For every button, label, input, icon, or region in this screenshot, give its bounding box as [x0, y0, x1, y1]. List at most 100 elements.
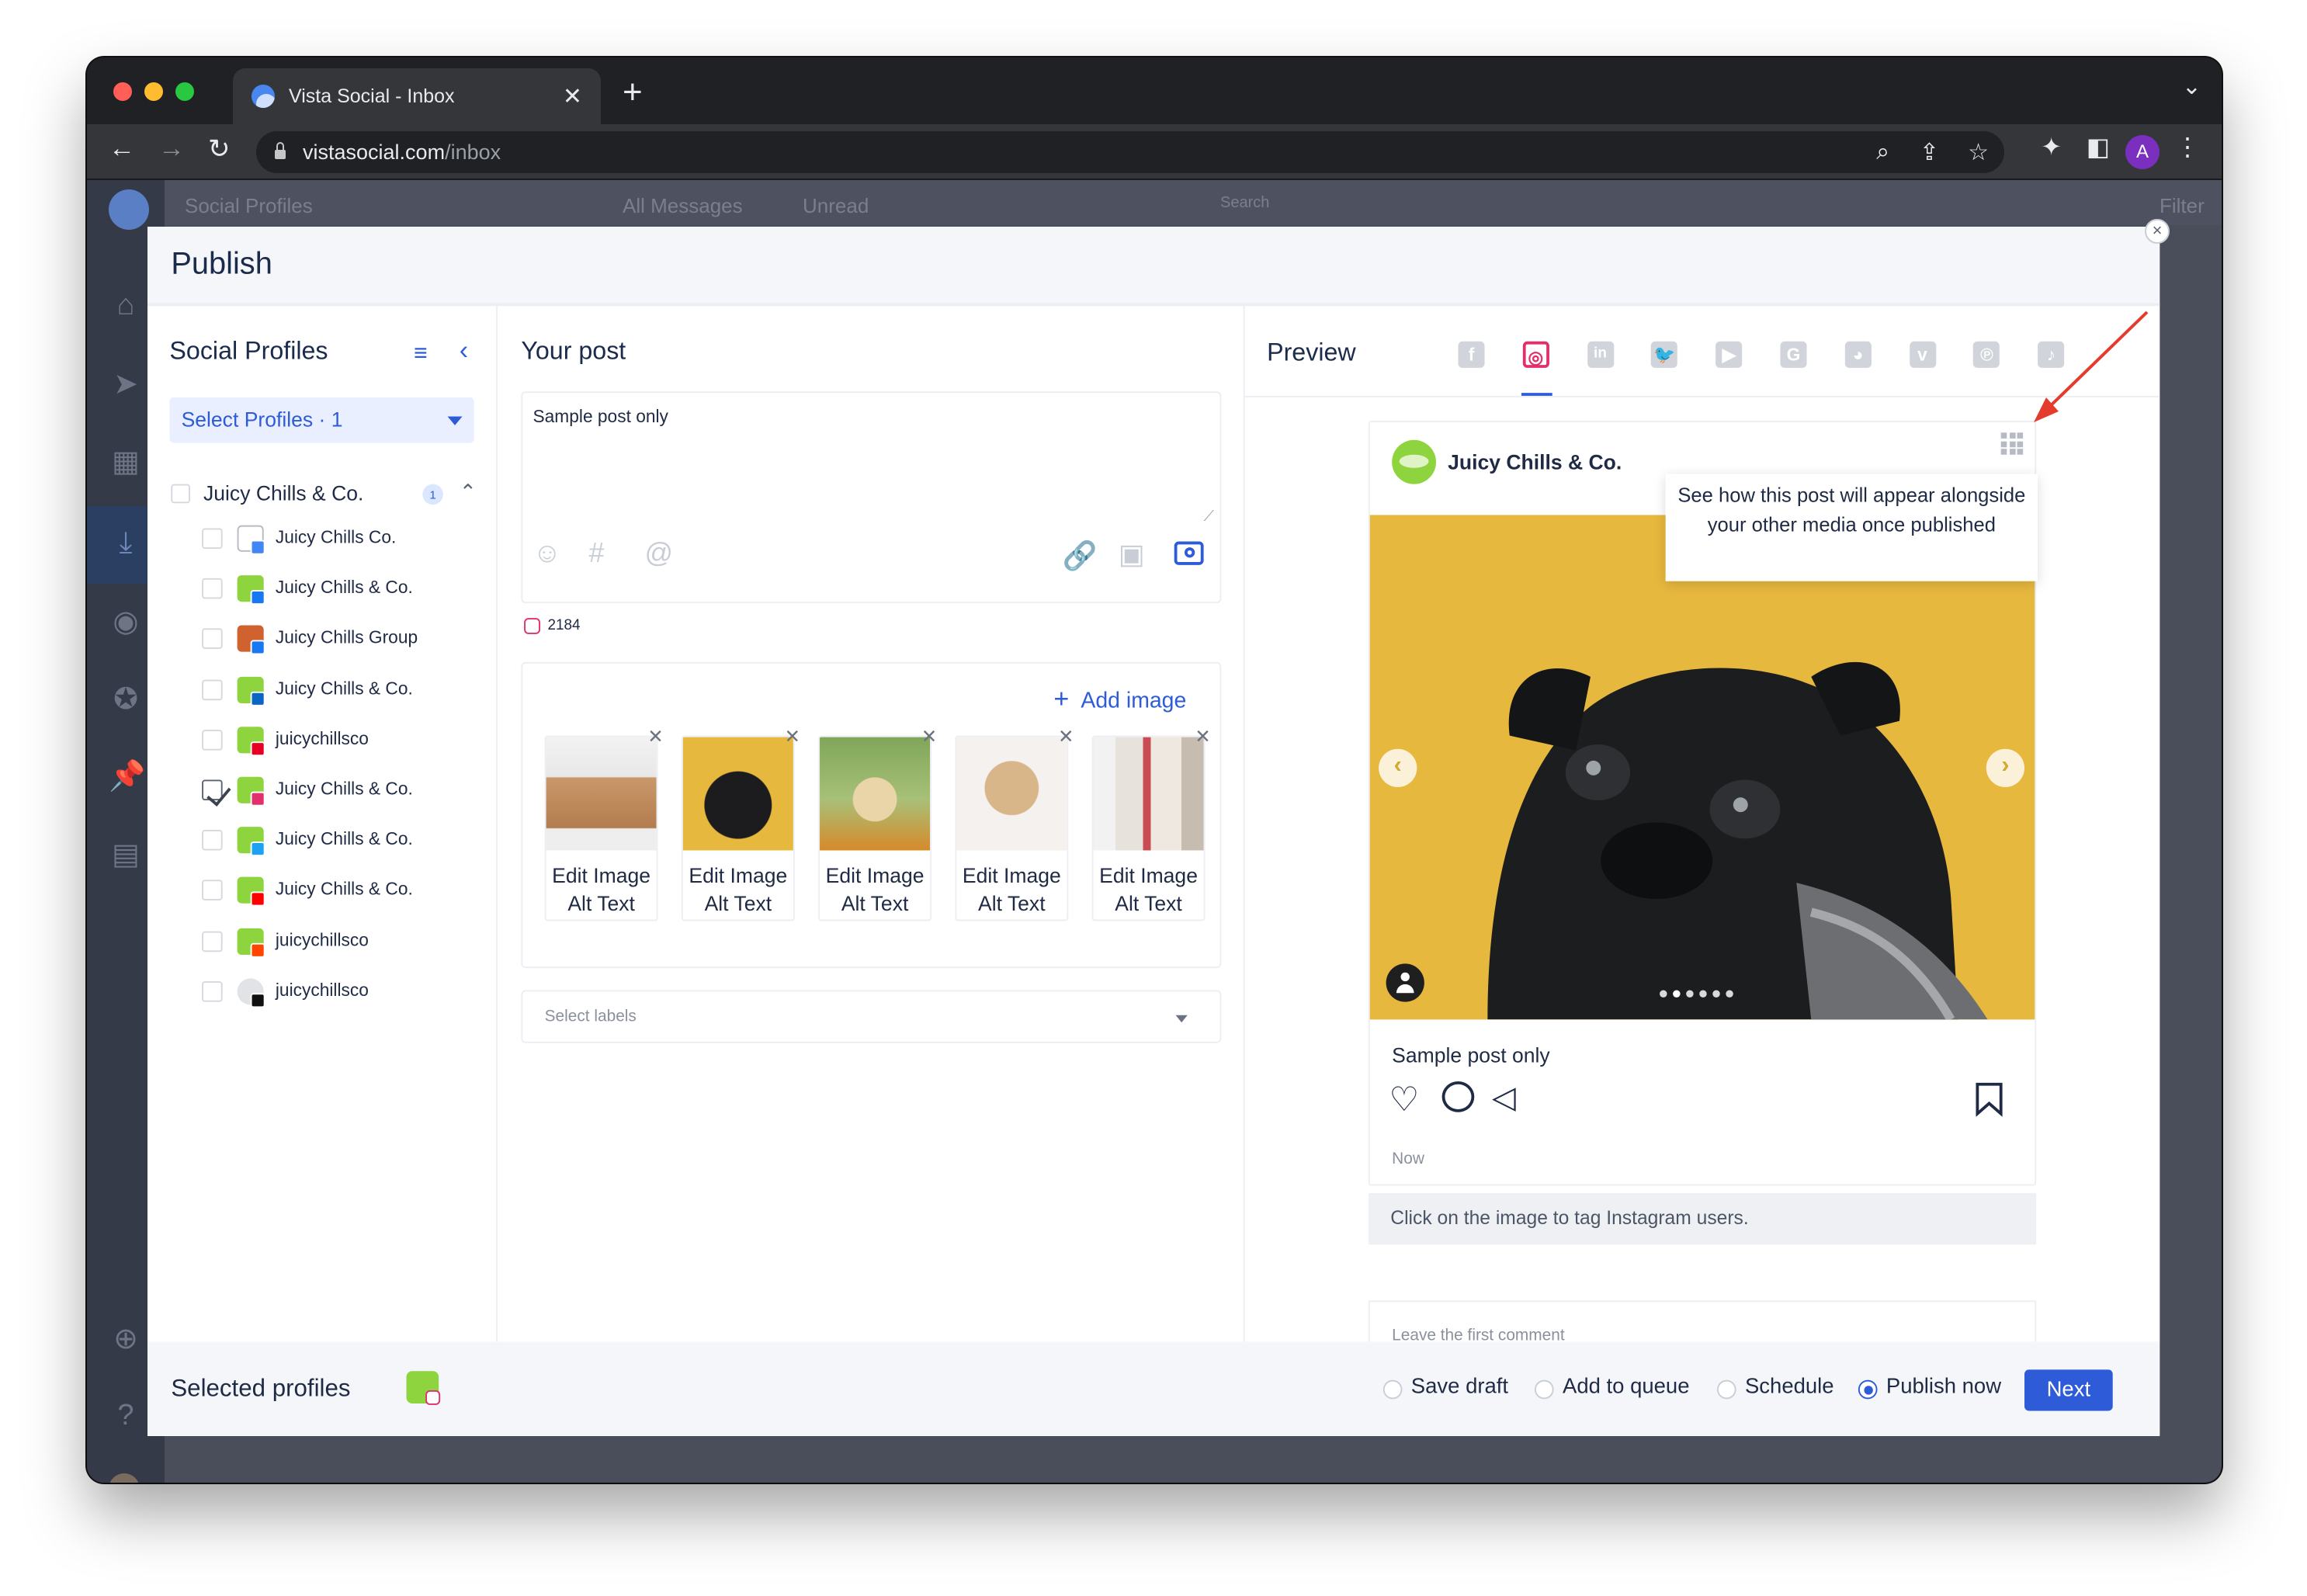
edit-image-link[interactable]: Edit Image Alt Text [1093, 862, 1203, 918]
media-item[interactable]: Edit Image Alt Text [818, 735, 932, 921]
remove-media-icon[interactable]: ✕ [1058, 725, 1074, 748]
tab-twitter-icon[interactable]: 🐦 [1651, 341, 1678, 368]
select-labels-placeholder: Select labels [544, 1008, 637, 1025]
add-image-button[interactable]: + Add image [1053, 684, 1186, 715]
first-comment-input[interactable]: Leave the first comment [1368, 1300, 2037, 1344]
profile-row[interactable]: Juicy Chills & Co. [202, 877, 496, 921]
comment-icon[interactable] [1441, 1081, 1475, 1112]
publish-option-radio[interactable] [1858, 1379, 1878, 1400]
group-checkbox[interactable] [171, 484, 190, 504]
profile-row[interactable]: juicychillsco [202, 726, 496, 771]
post-text[interactable]: Sample post only [533, 406, 668, 427]
profile-row[interactable]: Juicy Chills & Co. [202, 776, 496, 821]
dog-thumbnail-icon[interactable] [820, 737, 931, 851]
media-item[interactable]: Edit Image Alt Text [681, 735, 795, 921]
remove-media-icon[interactable]: ✕ [647, 725, 664, 748]
tab-vimeo-icon[interactable]: v [1909, 341, 1936, 368]
profile-row[interactable]: Juicy Chills & Co. [202, 676, 496, 720]
profile-checkbox[interactable] [202, 880, 223, 901]
preview-tabs-divider [1244, 395, 2160, 397]
profile-checkbox[interactable] [202, 830, 223, 851]
publish-option-label[interactable]: Add to queue [1563, 1376, 1690, 1399]
labels-caret-icon [1175, 1015, 1188, 1023]
video-icon[interactable]: ▣ [1119, 539, 1145, 573]
tab-pinterest-icon[interactable]: ℗ [1973, 341, 2000, 368]
edit-image-link[interactable]: Edit Image Alt Text [683, 862, 793, 918]
linkedin-icon [250, 691, 265, 706]
camera-icon[interactable] [1174, 541, 1204, 565]
tab-tiktok-icon[interactable]: ♪ [2038, 341, 2065, 368]
profile-checkbox[interactable] [202, 729, 223, 751]
publish-option-radio[interactable] [1716, 1379, 1736, 1400]
link-icon[interactable]: 🔗 [1063, 539, 1098, 574]
filter-icon[interactable]: ≡ [414, 342, 428, 368]
media-item[interactable]: Edit Image Alt Text [544, 735, 658, 921]
emoji-icon[interactable]: ☺ [533, 539, 561, 571]
profile-checkbox[interactable] [202, 528, 223, 550]
like-heart-icon[interactable]: ♡ [1389, 1080, 1419, 1119]
publish-option-label[interactable]: Publish now [1886, 1376, 2001, 1399]
edit-image-link[interactable]: Edit Image Alt Text [956, 862, 1067, 918]
instagram-icon [250, 791, 265, 807]
profile-checkbox[interactable] [202, 678, 223, 700]
tiktok-icon [250, 992, 265, 1008]
next-button[interactable]: Next [2024, 1369, 2113, 1411]
publish-option-radio[interactable] [1382, 1379, 1403, 1400]
tab-google-icon[interactable]: G [1780, 341, 1807, 368]
user-avatar[interactable] [109, 1473, 140, 1483]
selected-profile-avatar[interactable] [406, 1371, 441, 1405]
post-caption: Sample post only [1392, 1043, 1550, 1067]
profile-name: Juicy Chills Co. [275, 526, 397, 548]
close-modal-button[interactable]: × [2145, 219, 2170, 244]
profile-checkbox[interactable] [202, 578, 223, 599]
remove-media-icon[interactable]: ✕ [921, 725, 938, 748]
resize-handle-icon[interactable]: ⟋ [1204, 509, 1214, 526]
grid-view-icon[interactable] [2000, 432, 2024, 455]
twitter-icon [250, 841, 265, 857]
publish-option-label[interactable]: Schedule [1745, 1376, 1834, 1399]
select-labels-dropdown[interactable]: Select labels [521, 990, 1222, 1043]
publish-option-label[interactable]: Save draft [1411, 1376, 1508, 1399]
edit-image-link[interactable]: Edit Image Alt Text [546, 862, 657, 918]
profile-row[interactable]: Juicy Chills & Co. [202, 827, 496, 872]
media-item[interactable]: Edit Image Alt Text [1091, 735, 1206, 921]
select-profiles-label: Select Profiles · 1 [181, 408, 343, 432]
dog-thumbnail-icon[interactable] [546, 737, 657, 851]
profile-checkbox[interactable] [202, 980, 223, 1002]
share-send-icon[interactable]: ◁ [1492, 1080, 1516, 1116]
group-collapse-chevron-icon[interactable]: ⌃ [460, 480, 477, 505]
remove-media-icon[interactable]: ✕ [1195, 725, 1211, 748]
remove-media-icon[interactable]: ✕ [785, 725, 801, 748]
select-profiles-dropdown[interactable]: Select Profiles · 1 [169, 397, 474, 443]
mention-icon[interactable]: @ [645, 539, 674, 571]
tab-facebook-icon[interactable]: f [1458, 341, 1485, 368]
tab-instagram-icon[interactable]: ◎ [1522, 341, 1549, 368]
collapse-panel-chevron-icon[interactable]: ‹ [460, 335, 468, 366]
tag-user-icon[interactable] [1386, 963, 1424, 1002]
profile-name: Juicy Chills & Co. [275, 677, 413, 699]
preview-image[interactable] [1369, 515, 2035, 1020]
profile-row[interactable]: Juicy Chills & Co. [202, 575, 496, 619]
dog-thumbnail-icon[interactable] [956, 737, 1067, 851]
profile-row[interactable]: juicychillsco [202, 977, 496, 1022]
profile-checkbox[interactable] [202, 629, 223, 650]
dog-thumbnail-icon[interactable] [682, 737, 793, 851]
grid-preview-tooltip: See how this post will appear alongside … [1665, 474, 2038, 581]
hashtag-icon[interactable]: # [589, 539, 605, 571]
edit-image-link[interactable]: Edit Image Alt Text [820, 862, 930, 918]
profile-checkbox[interactable] [202, 930, 223, 952]
media-item[interactable]: Edit Image Alt Text [955, 735, 1069, 921]
carousel-next-button[interactable]: › [1986, 748, 2025, 787]
profile-row[interactable]: Juicy Chills Group [202, 626, 496, 670]
dog-thumbnail-icon[interactable] [1093, 737, 1204, 851]
profile-checkbox[interactable] [202, 779, 223, 801]
carousel-dot [1686, 990, 1694, 998]
publish-option-radio[interactable] [1534, 1379, 1554, 1400]
carousel-prev-button[interactable]: ‹ [1379, 748, 1417, 787]
profile-row[interactable]: Juicy Chills Co. [202, 525, 496, 570]
save-bookmark-icon[interactable] [1975, 1081, 2004, 1117]
tab-youtube-icon[interactable]: ▶ [1716, 341, 1743, 368]
profile-row[interactable]: juicychillsco [202, 928, 496, 972]
tab-linkedin-icon[interactable]: in [1587, 341, 1614, 368]
tab-reddit-icon[interactable]: ◕ [1844, 341, 1872, 368]
